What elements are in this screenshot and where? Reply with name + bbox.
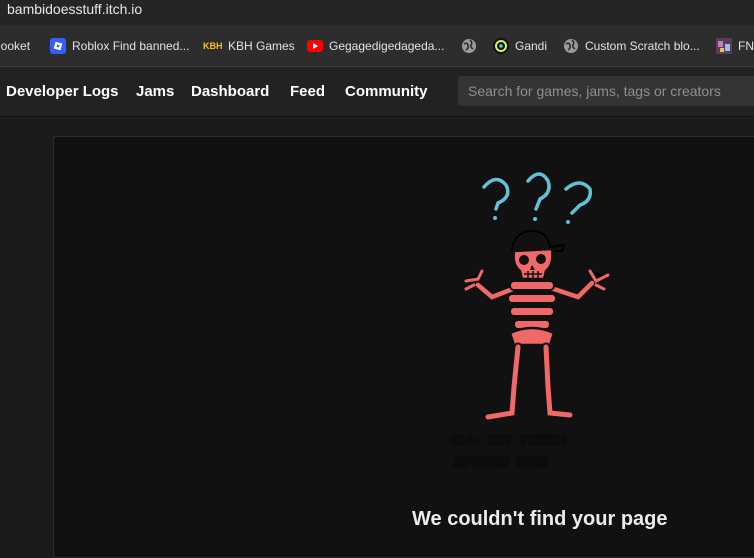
game-icon	[716, 37, 732, 54]
illustration-text-line2: NOTHING HERE	[454, 456, 548, 471]
bookmark-label: FN	[738, 38, 754, 53]
bookmark-custom-scratch[interactable]: Custom Scratch blo...	[563, 25, 700, 66]
url-text[interactable]: bambidoesstuff.itch.io	[7, 0, 142, 18]
nav-community[interactable]: Community	[345, 67, 428, 116]
address-bar[interactable]: bambidoesstuff.itch.io	[0, 0, 754, 25]
bookmark-blooket[interactable]: looket	[0, 25, 30, 66]
gandi-icon	[493, 37, 509, 54]
main-area	[0, 117, 754, 558]
bookmark-youtube[interactable]: Gegagedigedageda...	[307, 25, 444, 66]
bookmark-label: Custom Scratch blo...	[585, 38, 700, 53]
illustration-text-line1: 404: NOT FOUND!	[450, 434, 567, 449]
bookmark-fn[interactable]: FN	[716, 25, 754, 66]
nav-jams[interactable]: Jams	[136, 67, 174, 116]
bookmark-label: Roblox Find banned...	[72, 38, 190, 53]
nav-developer-logs[interactable]: Developer Logs	[6, 67, 119, 116]
not-found-card	[53, 136, 754, 558]
bookmark-label: KBH Games	[228, 38, 295, 53]
nav-feed[interactable]: Feed	[290, 67, 325, 116]
bookmark-gandi[interactable]: Gandi	[493, 25, 547, 66]
bookmark-roblox[interactable]: Roblox Find banned...	[50, 25, 189, 66]
globe-icon	[563, 38, 579, 54]
globe-icon	[461, 38, 477, 54]
site-header: Developer Logs Jams Dashboard Feed Commu…	[0, 67, 754, 117]
kbh-icon: KBH	[203, 40, 223, 51]
youtube-icon	[307, 38, 323, 54]
bookmark-globe[interactable]	[461, 25, 483, 66]
bookmark-label: Gegagedigedageda...	[329, 38, 445, 53]
bookmark-kbh-games[interactable]: KBH KBH Games	[203, 25, 295, 66]
bookmarks-bar: looket Roblox Find banned... KBH KBH Gam…	[0, 25, 754, 67]
bookmark-label: looket	[0, 38, 31, 53]
nav-dashboard[interactable]: Dashboard	[191, 67, 269, 116]
roblox-icon	[50, 37, 66, 54]
search-input[interactable]	[458, 76, 754, 106]
error-title: We couldn't find your page	[412, 508, 668, 530]
bookmark-label: Gandi	[515, 38, 548, 53]
skeleton-404-illustration: 404: NOT FOUND! NOTHING HERE	[449, 171, 610, 472]
